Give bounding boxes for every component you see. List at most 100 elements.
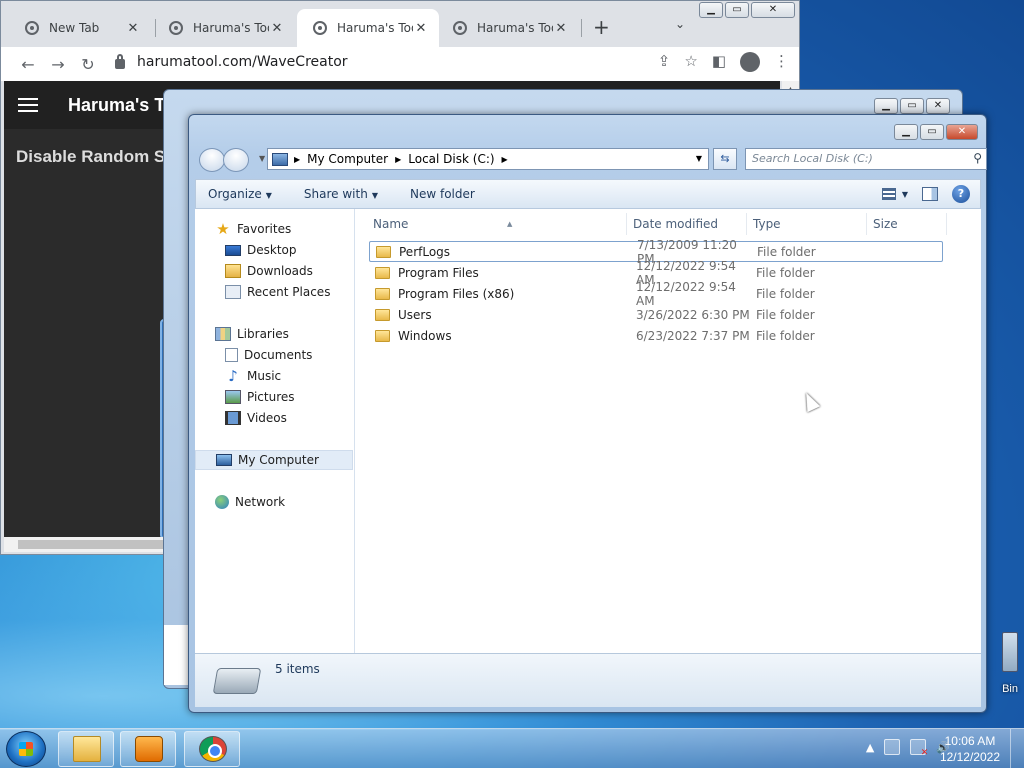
computer-icon — [272, 152, 288, 166]
taskbar-media-player-button[interactable] — [120, 731, 176, 767]
chevron-down-icon: ▼ — [265, 191, 272, 200]
new-folder-label: New folder — [409, 187, 475, 201]
file-row-users[interactable]: Users 3/26/2022 6:30 PM File folder — [369, 304, 943, 325]
nav-downloads[interactable]: Downloads — [195, 261, 353, 281]
maximize-button[interactable]: ▭ — [920, 124, 944, 140]
column-header-date[interactable]: Date modified — [627, 213, 747, 235]
nav-pictures[interactable]: Pictures — [195, 387, 353, 407]
column-label: Name — [373, 217, 409, 231]
tab-search-chevron-icon[interactable]: ⌄ — [675, 17, 685, 31]
menu-kebab-icon[interactable]: ⋮ — [774, 52, 789, 72]
preview-pane-icon[interactable] — [922, 187, 938, 201]
search-input[interactable]: Search Local Disk (C:) ⚲ — [745, 148, 987, 170]
nav-desktop[interactable]: Desktop — [195, 240, 353, 260]
forward-button[interactable] — [223, 148, 249, 172]
close-icon[interactable]: ✕ — [413, 21, 429, 36]
search-icon[interactable]: ⚲ — [973, 151, 982, 165]
file-row-program-files-x86[interactable]: Program Files (x86) 12/12/2022 9:54 AM F… — [369, 280, 943, 308]
sort-ascending-icon: ▲ — [507, 220, 513, 228]
share-icon[interactable]: ⇪ — [658, 52, 671, 72]
nav-network[interactable]: Network — [195, 492, 353, 512]
tab-strip: New Tab ✕ Haruma's Tool ✕ Haruma's Tool … — [1, 1, 799, 47]
taskbar-explorer-button[interactable] — [58, 731, 114, 767]
tab-new-tab[interactable]: New Tab ✕ — [9, 9, 151, 47]
nav-documents[interactable]: Documents — [195, 345, 353, 365]
share-with-button[interactable]: Share with ▼ — [286, 187, 392, 201]
breadcrumb-arrow-icon[interactable]: ▶ — [294, 155, 300, 164]
profile-avatar-icon[interactable] — [740, 52, 760, 72]
close-button[interactable]: ✕ — [946, 124, 978, 140]
reload-icon[interactable]: ↻ — [73, 55, 103, 74]
close-icon[interactable]: ✕ — [269, 21, 285, 36]
start-button[interactable] — [6, 731, 46, 767]
nav-music[interactable]: ♪ Music — [195, 366, 353, 386]
new-folder-button[interactable]: New folder — [392, 187, 489, 201]
clock[interactable]: 10:06 AM 12/12/2022 — [940, 733, 1000, 765]
show-hidden-icons-icon[interactable]: ▲ — [866, 741, 874, 754]
address-bar[interactable]: harumatool.com/WaveCreator — [115, 47, 663, 77]
bookmark-star-icon[interactable]: ☆ — [684, 52, 697, 72]
nav-label: Videos — [247, 411, 287, 425]
file-name: Program Files — [398, 265, 479, 280]
action-center-icon[interactable] — [910, 739, 928, 758]
close-button[interactable]: ✕ — [926, 98, 950, 114]
back-arrow-icon[interactable]: ← — [13, 55, 43, 74]
side-panel-icon[interactable]: ◧ — [712, 52, 726, 72]
explorer-address-bar[interactable]: ▶ My Computer ▶ Local Disk (C:) ▶ ▼ — [267, 148, 709, 170]
videos-film-icon — [225, 411, 241, 425]
change-view-icon[interactable] — [881, 188, 896, 200]
minimize-button[interactable]: ▁ — [699, 2, 723, 18]
nav-label: Recent Places — [247, 285, 331, 299]
file-date: 3/26/2022 6:30 PM — [636, 307, 750, 322]
tab-separator — [581, 19, 582, 37]
tab-harumas-tool-3[interactable]: Haruma's Tool ✕ — [437, 9, 579, 47]
breadcrumb-arrow-icon[interactable]: ▶ — [502, 155, 508, 164]
organize-button[interactable]: Organize ▼ — [196, 187, 286, 201]
file-name: Program Files (x86) — [398, 286, 515, 301]
chevron-down-icon[interactable]: ▼ — [902, 190, 908, 199]
breadcrumb-my-computer[interactable]: My Computer — [307, 152, 388, 166]
minimize-button[interactable]: ▁ — [894, 124, 918, 140]
network-tray-icon[interactable] — [884, 739, 901, 755]
minimize-button[interactable]: ▁ — [874, 98, 898, 114]
file-row-windows[interactable]: Windows 6/23/2022 7:37 PM File folder — [369, 325, 943, 346]
column-header-size[interactable]: Size — [867, 213, 947, 235]
documents-icon — [225, 348, 238, 362]
nav-videos[interactable]: Videos — [195, 408, 353, 428]
column-header-type[interactable]: Type — [747, 213, 867, 235]
new-tab-button[interactable]: + — [593, 15, 610, 39]
taskbar-chrome-button[interactable] — [184, 731, 240, 767]
breadcrumb-local-disk[interactable]: Local Disk (C:) — [408, 152, 494, 166]
close-icon[interactable]: ✕ — [125, 21, 141, 36]
help-icon[interactable]: ? — [952, 185, 970, 203]
hard-drive-icon — [212, 668, 262, 694]
tab-harumas-tool-1[interactable]: Haruma's Tool ✕ — [153, 9, 295, 47]
forward-arrow-icon[interactable]: → — [43, 55, 73, 74]
folder-icon — [375, 287, 390, 300]
nav-recent-places[interactable]: Recent Places — [195, 282, 353, 302]
folder-icon — [375, 329, 390, 342]
nav-my-computer[interactable]: My Computer — [195, 450, 353, 470]
back-button[interactable] — [199, 148, 225, 172]
file-list: Name ▲ Date modified Type Size PerfLogs … — [355, 209, 981, 653]
show-desktop-button[interactable] — [1010, 729, 1024, 768]
network-globe-icon — [215, 495, 229, 509]
refresh-button[interactable]: ⇆ — [713, 148, 737, 170]
maximize-button[interactable]: ▭ — [725, 2, 749, 18]
close-icon[interactable]: ✕ — [553, 21, 569, 36]
folder-icon — [376, 245, 391, 258]
tab-harumas-tool-active[interactable]: Haruma's Tool ✕ — [297, 9, 439, 47]
recycle-bin-icon[interactable] — [1002, 632, 1018, 672]
search-placeholder: Search Local Disk (C:) — [752, 152, 873, 165]
nav-favorites[interactable]: ★ Favorites — [195, 219, 353, 239]
column-header-name[interactable]: Name ▲ — [367, 213, 627, 235]
recent-pages-chevron-icon[interactable]: ▼ — [259, 154, 265, 163]
close-button[interactable]: ✕ — [751, 2, 795, 18]
breadcrumb-arrow-icon[interactable]: ▶ — [395, 155, 401, 164]
nav-label: Libraries — [237, 327, 289, 341]
address-dropdown-icon[interactable]: ▼ — [696, 154, 702, 163]
maximize-button[interactable]: ▭ — [900, 98, 924, 114]
desktop-icon — [225, 244, 241, 256]
nav-libraries[interactable]: Libraries — [195, 324, 353, 344]
hamburger-menu-icon[interactable] — [18, 98, 38, 112]
